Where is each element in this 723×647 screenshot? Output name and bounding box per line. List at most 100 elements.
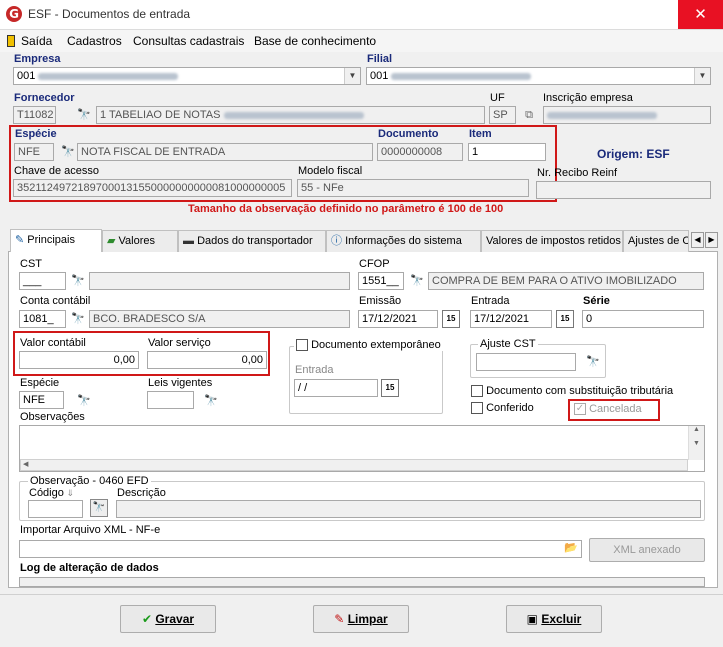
doc-extemp-legend[interactable]: Documento extemporâneo [294, 339, 443, 352]
xml-anexado-button[interactable]: XML anexado [589, 538, 705, 562]
doc-extemp-entrada-label: Entrada [295, 364, 334, 376]
valor-servico-field[interactable]: 0,00 [147, 351, 267, 369]
fornecedor-code-field[interactable]: T11082 [13, 106, 56, 124]
menu-consultas-cadastrais[interactable]: Consultas cadastrais [133, 30, 244, 52]
subst-checkbox-row[interactable]: Documento com substituição tributária [471, 385, 673, 398]
excluir-button[interactable]: ▣ Excluir [506, 605, 602, 633]
window-title: ESF - Documentos de entrada [28, 7, 191, 21]
emissao-label: Emissão [359, 295, 402, 307]
calendar-icon[interactable]: 15 [381, 379, 399, 397]
inscricao-label: Inscrição empresa [543, 92, 633, 104]
conta-desc-field: BCO. BRADESCO S/A [89, 310, 350, 328]
descricao-label: Descrição [117, 487, 166, 499]
inscricao-field[interactable] [543, 106, 711, 124]
subst-checkbox[interactable] [471, 385, 483, 398]
uf-field[interactable]: SP [489, 106, 516, 124]
recibo-field[interactable] [536, 181, 711, 199]
pencil-icon: ✎ [15, 234, 25, 246]
modelo-label: Modelo fiscal [298, 165, 363, 177]
obs-label: Observações [20, 411, 85, 423]
ajuste-cst-field[interactable] [476, 353, 576, 371]
obs0460-label: Observação - 0460 EFD [28, 475, 151, 487]
tab-valores[interactable]: ▰ Valores [102, 230, 178, 252]
fornecedor-name-field[interactable]: 1 TABELIAO DE NOTAS [96, 106, 485, 124]
documento-field[interactable]: 0000000008 [377, 143, 463, 161]
cfop-field[interactable]: 1551__ [358, 272, 404, 290]
especie2-label: Espécie [20, 377, 60, 389]
chave-label: Chave de acesso [14, 165, 99, 177]
filial-select[interactable]: 001 ▼ [366, 67, 711, 85]
close-button[interactable]: ✕ [678, 0, 723, 29]
binoculars-icon[interactable]: 🔭 [203, 393, 219, 409]
obs-textarea[interactable]: ▲ ▼ ◀ [19, 425, 705, 472]
empresa-label: Empresa [14, 53, 61, 65]
ajuste-cst-label: Ajuste CST [478, 338, 538, 350]
calendar-icon[interactable]: 15 [442, 310, 460, 328]
uf-label: UF [490, 92, 505, 104]
copy-icon[interactable]: ⧉ [521, 107, 537, 123]
importar-field[interactable] [19, 540, 582, 558]
doc-extemp-checkbox[interactable] [296, 339, 308, 352]
menu-cadastros[interactable]: Cadastros [67, 30, 122, 52]
menu-saida[interactable]: Saída [21, 30, 52, 52]
doc-extemp-entrada-field[interactable]: / / [294, 379, 378, 397]
conta-field[interactable]: 1081_ [19, 310, 66, 328]
descricao-field [116, 500, 701, 518]
codigo-label: Código ⇓ [29, 487, 74, 499]
limpar-button[interactable]: ✎ Limpar [313, 605, 409, 633]
search-binoculars-button[interactable]: 🔭 [90, 499, 108, 517]
binoculars-icon[interactable]: 🔭 [70, 273, 86, 289]
chevron-down-icon: ▼ [694, 68, 710, 84]
especie-code-field[interactable]: NFE [14, 143, 54, 161]
especie-name-field[interactable]: NOTA FISCAL DE ENTRADA [77, 143, 373, 161]
valor-contabil-field[interactable]: 0,00 [19, 351, 139, 369]
folder-open-icon[interactable]: 📂 [562, 541, 580, 557]
binoculars-icon[interactable]: 🔭 [76, 393, 92, 409]
codigo-field[interactable] [28, 500, 83, 518]
log-field [19, 577, 705, 587]
binoculars-icon[interactable]: 🔭 [76, 107, 92, 123]
binoculars-icon[interactable]: 🔭 [585, 354, 601, 370]
tab-principais[interactable]: ✎ Principais [10, 229, 102, 252]
tab-scroll-left-icon[interactable]: ◀ [691, 232, 704, 248]
info-icon: ⓘ [331, 235, 342, 247]
tab-scroll-right-icon[interactable]: ▶ [705, 232, 718, 248]
especie2-field[interactable]: NFE [19, 391, 64, 409]
app-icon: G [6, 6, 22, 22]
binoculars-icon[interactable]: 🔭 [60, 144, 76, 160]
serie-field[interactable]: 0 [582, 310, 704, 328]
cst-field[interactable]: ___ [19, 272, 66, 290]
menu-bar: Saída Cadastros Consultas cadastrais Bas… [0, 30, 723, 52]
filial-label: Filial [367, 53, 393, 65]
emissao-field[interactable]: 17/12/2021 [358, 310, 438, 328]
obs-hscroll[interactable]: ◀ [20, 459, 688, 471]
obs-vscroll[interactable]: ▲ ▼ [688, 426, 704, 460]
tab-informacoes-sistema[interactable]: ⓘ Informações do sistema [326, 230, 481, 252]
chevron-down-icon: ▼ [344, 68, 360, 84]
item-field[interactable]: 1 [468, 143, 546, 161]
entrada-field[interactable]: 17/12/2021 [470, 310, 552, 328]
conferido-checkbox-row[interactable]: Conferido [471, 402, 534, 415]
tab-ajustes[interactable]: Ajustes de C [623, 230, 689, 252]
menu-base-conhecimento[interactable]: Base de conhecimento [254, 30, 376, 52]
gravar-button[interactable]: ✔ Gravar [120, 605, 216, 633]
cst-desc-field [89, 272, 350, 290]
valor-contabil-label: Valor contábil [20, 337, 86, 349]
cfop-label: CFOP [359, 258, 390, 270]
conferido-checkbox[interactable] [471, 402, 483, 415]
cancelada-checkbox: ✓ [574, 403, 586, 416]
modelo-field[interactable]: 55 - NFe [297, 179, 529, 197]
binoculars-icon[interactable]: 🔭 [70, 311, 86, 327]
log-label: Log de alteração de dados [20, 562, 159, 574]
chave-field[interactable]: 3521124972189700013155000000000008100000… [13, 179, 292, 197]
item-label: Item [469, 128, 492, 140]
empresa-select[interactable]: 001 ▼ [13, 67, 361, 85]
origem-label: Origem: ESF [597, 147, 670, 161]
eraser-icon: ✎ [334, 612, 345, 626]
leis-field[interactable] [147, 391, 194, 409]
calendar-icon[interactable]: 15 [556, 310, 574, 328]
tab-impostos-retidos[interactable]: Valores de impostos retidos [481, 230, 623, 252]
checkmark-icon: ✔ [141, 612, 152, 626]
tab-dados-transportador[interactable]: ▬ Dados do transportador [178, 230, 326, 252]
binoculars-icon[interactable]: 🔭 [409, 273, 425, 289]
